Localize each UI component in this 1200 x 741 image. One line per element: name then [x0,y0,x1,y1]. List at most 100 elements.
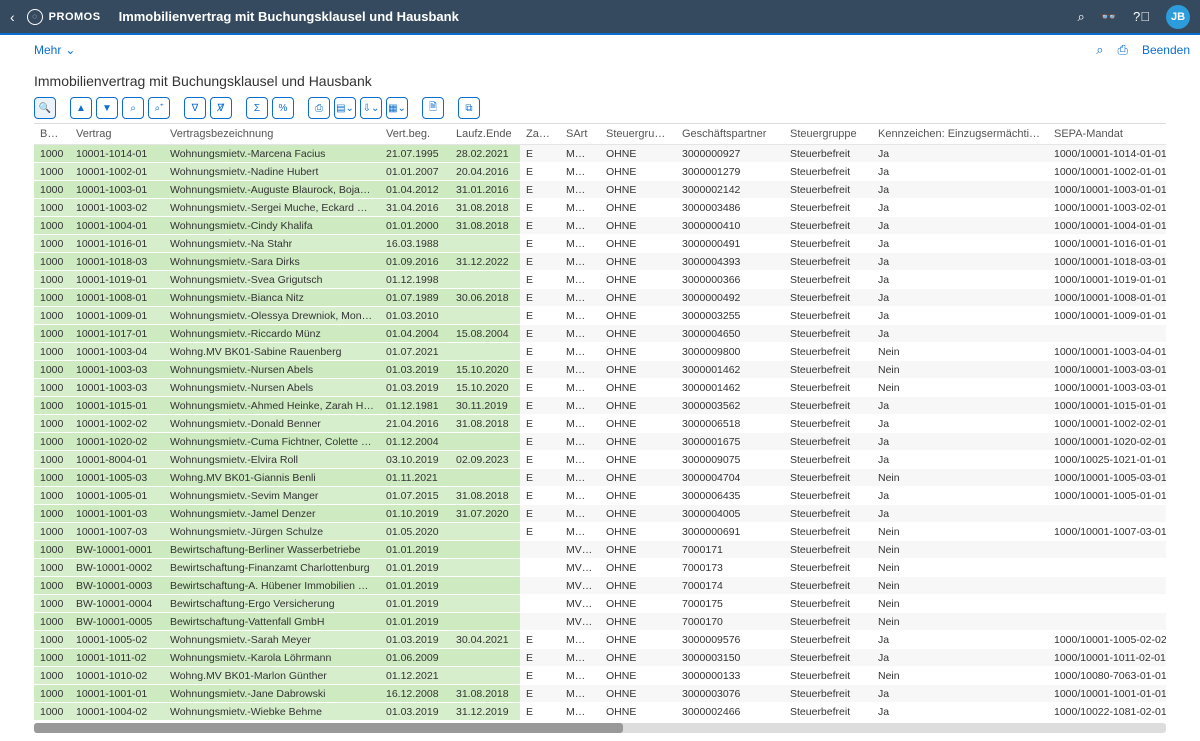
print-icon[interactable]: ⎙ [1118,42,1128,58]
table-cell: 31.07.2020 [450,505,520,523]
table-cell: Wohng.MV BK01-Giannis Benli [164,469,380,487]
table-cell: MWST [560,289,600,307]
table-cell: MWST [560,181,600,199]
table-cell [1048,613,1166,631]
table-row[interactable]: 100010001-1017-01Wohnungsmietv.-Riccardo… [34,325,1166,343]
table-cell: MWST [560,145,600,163]
details-button[interactable]: 🔍 [34,97,56,119]
print-button[interactable]: ⎙ [308,97,330,119]
brand-logo[interactable]: ◌ PROMOS [27,9,101,25]
exit-link[interactable]: Beenden [1142,43,1190,57]
table-cell: OHNE [600,397,676,415]
table-row[interactable]: 100010001-1005-02Wohnungsmietv.-Sarah Me… [34,631,1166,649]
layout-dropdown[interactable]: ▦⌄ [386,97,408,119]
table-row[interactable]: 100010001-1007-03Wohnungsmietv.-Jürgen S… [34,523,1166,541]
table-cell: 3000000691 [676,523,784,541]
table-row[interactable]: 100010001-1002-02Wohnungsmietv.-Donald B… [34,415,1166,433]
column-header[interactable]: Zahlw [520,124,560,145]
table-row[interactable]: 100010001-8004-01Wohnungsmietv.-Elvira R… [34,451,1166,469]
filter-clear-button[interactable]: ∇̸ [210,97,232,119]
column-header[interactable]: Steuergruppe [600,124,676,145]
table-row[interactable]: 1000BW-10001-0004Bewirtschaftung-Ergo Ve… [34,595,1166,613]
avatar[interactable]: JB [1166,5,1190,29]
table-cell: 7000170 [676,613,784,631]
table-row[interactable]: 100010001-1003-02Wohnungsmietv.-Sergei M… [34,199,1166,217]
info-button[interactable]: 🗎 [422,97,444,119]
table-cell: 1000/10001-1011-02-01 [1048,649,1166,667]
view-dropdown[interactable]: ▤⌄ [334,97,356,119]
table-row[interactable]: 100010001-1018-03Wohnungsmietv.-Sara Dir… [34,253,1166,271]
sort-desc-button[interactable]: ▼ [96,97,118,119]
table-row[interactable]: 100010001-1008-01Wohnungsmietv.-Bianca N… [34,289,1166,307]
table-row[interactable]: 100010001-1011-02Wohnungsmietv.-Karola L… [34,649,1166,667]
table-cell: Ja [872,631,1048,649]
table-row[interactable]: 100010001-1005-01Wohnungsmietv.-Sevim Ma… [34,487,1166,505]
table-cell: 1000 [34,379,70,397]
export-dropdown[interactable]: ⇩⌄ [360,97,382,119]
table-cell: OHNE [600,199,676,217]
table-row[interactable]: 100010001-1002-01Wohnungsmietv.-Nadine H… [34,163,1166,181]
table-row[interactable]: 1000BW-10001-0001Bewirtschaftung-Berline… [34,541,1166,559]
table-row[interactable]: 100010001-1003-03Wohnungsmietv.-Nursen A… [34,361,1166,379]
table-row[interactable]: 100010001-1001-01Wohnungsmietv.-Jane Dab… [34,685,1166,703]
table-row[interactable]: 100010001-1003-03Wohnungsmietv.-Nursen A… [34,379,1166,397]
table-row[interactable]: 100010001-1020-02Wohnungsmietv.-Cuma Fic… [34,433,1166,451]
filter-button[interactable]: ∇ [184,97,206,119]
table-cell: 10001-1014-01 [70,145,164,163]
table-cell: 10001-1003-02 [70,199,164,217]
back-button[interactable]: ‹ [10,9,15,25]
table-cell: 10001-1001-03 [70,505,164,523]
table-cell: E [520,685,560,703]
search-icon[interactable]: ⌕ [1096,42,1103,58]
table-row[interactable]: 100010001-1001-03Wohnungsmietv.-Jamel De… [34,505,1166,523]
column-header[interactable]: Laufz.Ende [450,124,520,145]
scrollbar-thumb[interactable] [34,723,623,733]
column-header[interactable]: Geschäftspartner [676,124,784,145]
table-cell: 10001-8004-01 [70,451,164,469]
table-cell: 3000000927 [676,145,784,163]
table-cell: Steuerbefreit [784,199,872,217]
sum-button[interactable]: Σ [246,97,268,119]
table-row[interactable]: 100010001-1004-01Wohnungsmietv.-Cindy Kh… [34,217,1166,235]
table-row[interactable]: 100010001-1019-01Wohnungsmietv.-Svea Gri… [34,271,1166,289]
column-header[interactable]: SArt [560,124,600,145]
table-row[interactable]: 100010001-1009-01Wohnungsmietv.-Olessya … [34,307,1166,325]
table-row[interactable]: 100010001-1014-01Wohnungsmietv.-Marcena … [34,145,1166,163]
find-next-button[interactable]: ⌕⁺ [148,97,170,119]
table-cell: Ja [872,415,1048,433]
find-button[interactable]: ⌕ [122,97,144,119]
sort-asc-button[interactable]: ▲ [70,97,92,119]
table-cell: 10001-1010-02 [70,667,164,685]
table-row[interactable]: 100010001-1010-02Wohng.MV BK01-Marlon Gü… [34,667,1166,685]
table-cell: 1000/10001-1008-01-01 [1048,289,1166,307]
binoculars-icon[interactable]: 👓 [1101,9,1117,25]
table-cell: 3000006435 [676,487,784,505]
help-icon[interactable]: ?⃝ [1133,9,1150,24]
table-row[interactable]: 100010001-1003-04Wohng.MV BK01-Sabine Ra… [34,343,1166,361]
table-row[interactable]: 1000BW-10001-0002Bewirtschaftung-Finanza… [34,559,1166,577]
table-row[interactable]: 100010001-1004-02Wohnungsmietv.-Wiebke B… [34,703,1166,721]
table-cell: OHNE [600,613,676,631]
column-header[interactable]: Vertragsbezeichnung [164,124,380,145]
column-header[interactable]: BuKr [34,124,70,145]
table-row[interactable]: 1000BW-10001-0005Bewirtschaftung-Vattenf… [34,613,1166,631]
subtotal-button[interactable]: % [272,97,294,119]
table-cell: Steuerbefreit [784,469,872,487]
table-row[interactable]: 100010001-1015-01Wohnungsmietv.-Ahmed He… [34,397,1166,415]
table-cell: Wohnungsmietv.-Cindy Khalifa [164,217,380,235]
column-header[interactable]: Kennzeichen: Einzugsermächtigung [872,124,1048,145]
expand-button[interactable]: ⧉ [458,97,480,119]
column-header[interactable]: Vert.beg. [380,124,450,145]
column-header[interactable]: Vertrag [70,124,164,145]
horizontal-scrollbar[interactable] [34,723,1166,733]
table-cell: E [520,505,560,523]
table-row[interactable]: 100010001-1005-03Wohng.MV BK01-Giannis B… [34,469,1166,487]
table-row[interactable]: 1000BW-10001-0003Bewirtschaftung-A. Hübe… [34,577,1166,595]
column-header[interactable]: Steuergruppe [784,124,872,145]
table-row[interactable]: 100010001-1003-01Wohnungsmietv.-Auguste … [34,181,1166,199]
more-dropdown[interactable]: Mehr ⌄ [34,43,75,57]
search-icon[interactable]: ⌕ [1078,9,1085,25]
table-row[interactable]: 100010001-1016-01Wohnungsmietv.-Na Stahr… [34,235,1166,253]
column-header[interactable]: SEPA-Mandat [1048,124,1166,145]
table-cell: E [520,325,560,343]
